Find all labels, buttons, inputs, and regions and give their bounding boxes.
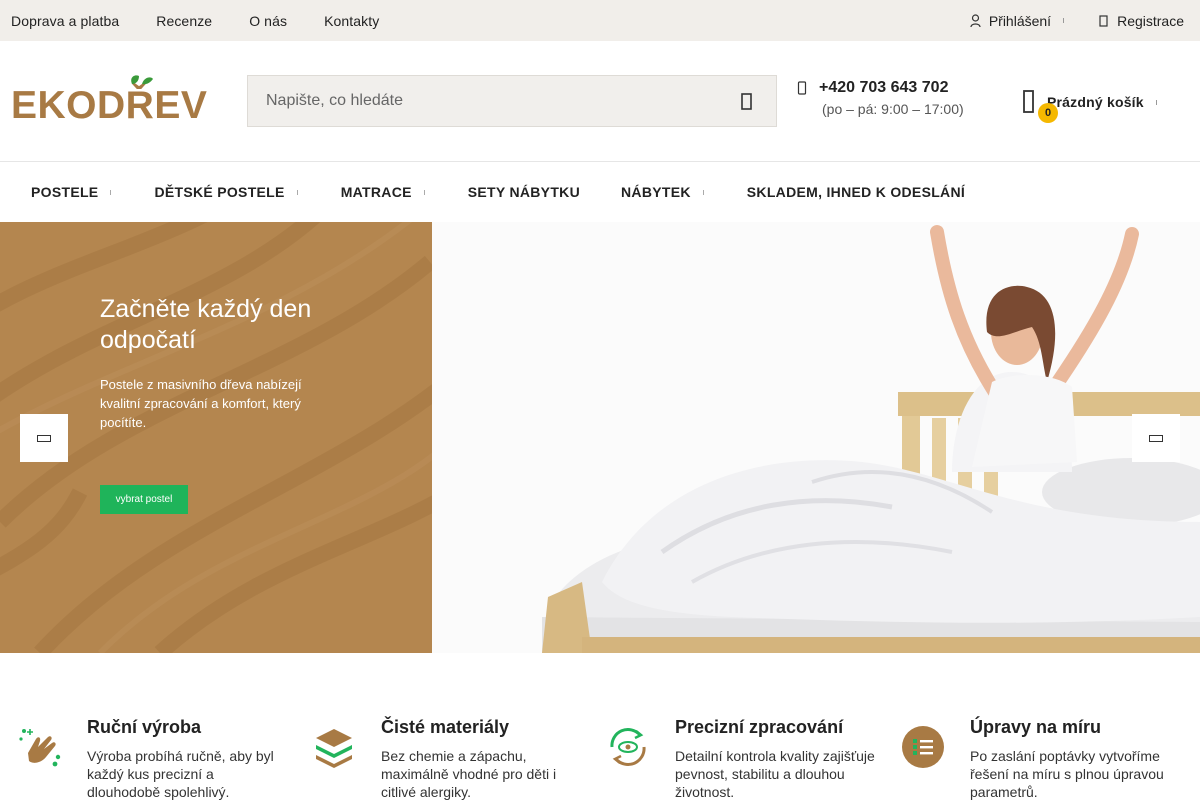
nav-item-label: MATRACE <box>340 184 412 200</box>
chevron-down-icon <box>1155 99 1159 105</box>
link-o-nas[interactable]: O nás <box>249 13 287 29</box>
custom-list-icon <box>902 726 944 768</box>
nav-item-label: SKLADEM, IHNED K ODESLÁNÍ <box>746 184 966 200</box>
hero-banner: Začněte každý den odpočatí Postele z mas… <box>0 222 1200 653</box>
link-recenze[interactable]: Recenze <box>156 13 212 29</box>
bed-photo <box>432 222 1200 653</box>
phone-contact: +420 703 643 702 (po – pá: 9:00 – 17:00) <box>797 79 964 117</box>
feature-title: Precizní zpracování <box>675 717 844 737</box>
chevron-down-icon <box>110 189 113 195</box>
carousel-prev-button[interactable] <box>20 414 68 462</box>
layers-icon <box>316 729 352 768</box>
link-doprava[interactable]: Doprava a platba <box>11 13 119 29</box>
feature-title: Ruční výroba <box>87 717 202 737</box>
nav-item-label: NÁBYTEK <box>621 184 691 200</box>
hero-text: Postele z masivního dřeva nabízejí kvali… <box>100 377 302 430</box>
feature-desc: Výroba probíhá ručně, aby byl každý kus … <box>87 748 274 800</box>
cart-icon <box>1023 90 1034 113</box>
hero-cta-button[interactable]: vybrat postel <box>100 485 188 514</box>
link-kontakty[interactable]: Kontakty <box>324 13 379 29</box>
feature-desc: Bez chemie a zápachu, maximálně vhodné p… <box>381 748 557 800</box>
header: EKODŘEV +420 703 643 702 (po – pá: 9:00 … <box>0 41 1200 162</box>
search-box <box>247 75 777 127</box>
login-button[interactable]: Přihlášení <box>970 13 1066 29</box>
chevron-down-icon <box>423 189 427 195</box>
logo[interactable]: EKODŘEV <box>11 74 216 127</box>
nav-item-nabytek[interactable]: NÁBYTEK <box>621 184 706 200</box>
cart-button[interactable]: 0 Prázdný košík <box>1022 85 1159 123</box>
carousel-next-button[interactable] <box>1132 414 1180 462</box>
phone-number-link[interactable]: +420 703 643 702 <box>797 79 964 97</box>
feature-desc: Detailní kontrola kvality zajišťuje pevn… <box>675 748 875 800</box>
nav-item-label: POSTELE <box>31 184 99 200</box>
feature-desc: Po zaslání poptávky vytvoříme řešení na … <box>970 748 1164 800</box>
hero-title: Začněte každý den odpočatí <box>100 295 312 354</box>
arrow-left-icon <box>37 434 51 442</box>
user-icon <box>970 13 981 27</box>
login-label: Přihlášení <box>988 12 1052 29</box>
precision-icon <box>610 728 646 766</box>
handmade-icon <box>19 729 61 767</box>
leaf-icon <box>131 75 153 85</box>
phone-icon <box>797 81 807 95</box>
nav-item-skladem[interactable]: SKLADEM, IHNED K ODESLÁNÍ <box>747 184 965 200</box>
nav-item-sety-nabytku[interactable]: SETY NÁBYTKU <box>468 184 580 200</box>
feature-title: Čisté materiály <box>381 717 510 737</box>
search-icon[interactable] <box>736 91 758 113</box>
search-input[interactable] <box>248 76 718 126</box>
phone-number: +420 703 643 702 <box>819 79 949 96</box>
main-nav: POSTELE DĚTSKÉ POSTELE MATRACE SETY NÁBY… <box>0 162 1200 222</box>
arrow-right-icon <box>1149 434 1163 442</box>
nav-item-matrace[interactable]: MATRACE <box>341 184 427 200</box>
nav-item-label: SETY NÁBYTKU <box>467 184 580 200</box>
register-button[interactable]: Registrace <box>1098 13 1184 29</box>
nav-item-detske-postele[interactable]: DĚTSKÉ POSTELE <box>154 184 299 200</box>
features-section: Ruční výroba Výroba probíhá ručně, aby b… <box>0 653 1200 800</box>
opening-hours: (po – pá: 9:00 – 17:00) <box>822 101 964 117</box>
feature-title: Úpravy na míru <box>970 717 1102 737</box>
nav-item-label: DĚTSKÉ POSTELE <box>154 184 285 200</box>
cart-count-badge: 0 <box>1038 103 1058 123</box>
chevron-down-icon <box>702 189 706 195</box>
nav-item-postele[interactable]: POSTELE <box>31 184 113 200</box>
top-links: Doprava a platba Recenze O nás Kontakty <box>11 0 416 41</box>
register-icon <box>1099 14 1108 27</box>
hero-image <box>432 222 1200 653</box>
register-label: Registrace <box>1117 12 1184 29</box>
user-menu: Přihlášení Registrace <box>938 0 1184 41</box>
top-bar: Doprava a platba Recenze O nás Kontakty … <box>0 0 1200 41</box>
cart-label: Prázdný košík <box>1047 94 1144 110</box>
chevron-down-icon <box>1063 18 1066 23</box>
chevron-down-icon <box>296 189 300 195</box>
